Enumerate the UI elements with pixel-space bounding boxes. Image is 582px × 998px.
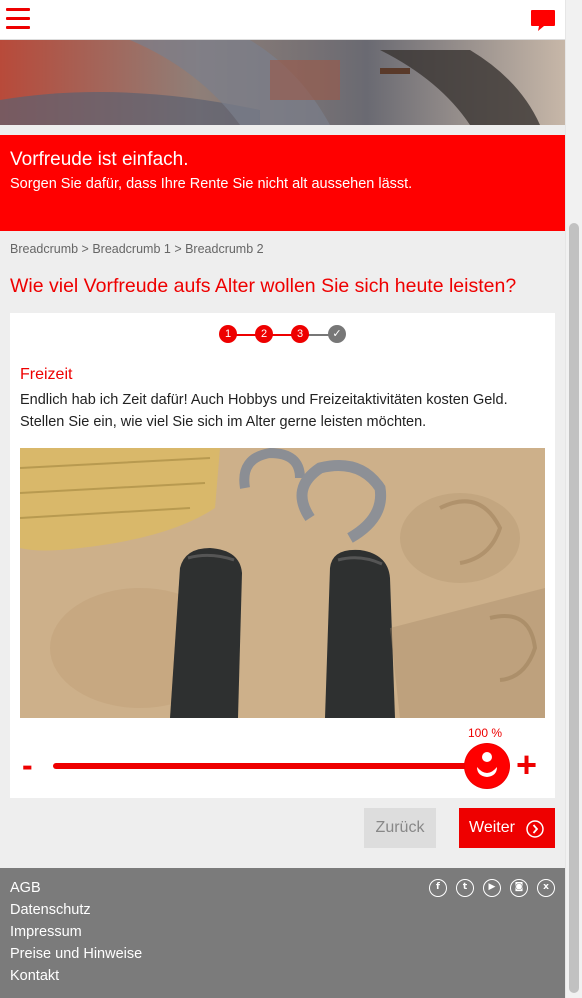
step-1[interactable]: 1 bbox=[219, 325, 237, 343]
step-2[interactable]: 2 bbox=[255, 325, 273, 343]
intro-banner: Vorfreude ist einfach. Sorgen Sie dafür,… bbox=[0, 135, 565, 231]
xing-icon[interactable]: x bbox=[537, 879, 555, 897]
hero-image bbox=[0, 40, 565, 125]
back-button[interactable]: Zurück bbox=[364, 808, 436, 848]
configurator-card: 1 2 3 ✓ Freizeit Endlich hab ich Zeit da… bbox=[10, 313, 555, 798]
section-title: Freizeit bbox=[20, 366, 73, 383]
footer-link-kontakt[interactable]: Kontakt bbox=[10, 965, 142, 987]
youtube-icon[interactable]: ▶ bbox=[483, 879, 501, 897]
twitter-icon[interactable]: t bbox=[456, 879, 474, 897]
banner-title: Vorfreude ist einfach. bbox=[10, 149, 189, 170]
slider-track[interactable] bbox=[53, 763, 488, 769]
footer-link-preise[interactable]: Preise und Hinweise bbox=[10, 943, 142, 965]
footer-links: AGB Datenschutz Impressum Preise und Hin… bbox=[10, 877, 142, 987]
footer-link-datenschutz[interactable]: Datenschutz bbox=[10, 899, 142, 921]
arrow-right-circle-icon bbox=[526, 820, 544, 838]
footer: AGB Datenschutz Impressum Preise und Hin… bbox=[0, 868, 565, 998]
breadcrumb[interactable]: Breadcrumb > Breadcrumb 1 > Breadcrumb 2 bbox=[10, 242, 264, 256]
decrease-button[interactable]: - bbox=[22, 745, 33, 785]
banner-subtitle: Sorgen Sie dafür, dass Ihre Rente Sie ni… bbox=[10, 176, 413, 192]
slider-value-label: 100 % bbox=[468, 726, 503, 740]
footer-link-agb[interactable]: AGB bbox=[10, 877, 142, 899]
footer-link-impressum[interactable]: Impressum bbox=[10, 921, 142, 943]
facebook-icon[interactable]: f bbox=[429, 879, 447, 897]
next-button[interactable]: Weiter bbox=[459, 808, 555, 848]
chat-bubble-icon[interactable] bbox=[530, 9, 556, 33]
smiley-face-icon bbox=[465, 744, 509, 788]
instagram-icon[interactable]: ◙ bbox=[510, 879, 528, 897]
increase-button[interactable]: + bbox=[516, 743, 537, 787]
step-3[interactable]: 3 bbox=[291, 325, 309, 343]
page-question: Wie viel Vorfreude aufs Alter wollen Sie… bbox=[10, 275, 517, 297]
leisure-photo bbox=[20, 448, 545, 718]
section-description: Endlich hab ich Zeit dafür! Auch Hobbys … bbox=[20, 392, 508, 430]
step-indicator: 1 2 3 ✓ bbox=[219, 325, 349, 345]
scrollbar[interactable] bbox=[565, 0, 582, 998]
step-done-check-icon: ✓ bbox=[328, 325, 346, 343]
scrollbar-thumb[interactable] bbox=[569, 223, 579, 993]
next-button-label: Weiter bbox=[469, 819, 515, 836]
top-bar bbox=[0, 0, 565, 40]
hamburger-menu-icon[interactable] bbox=[6, 8, 30, 32]
slider-handle[interactable] bbox=[464, 743, 510, 789]
